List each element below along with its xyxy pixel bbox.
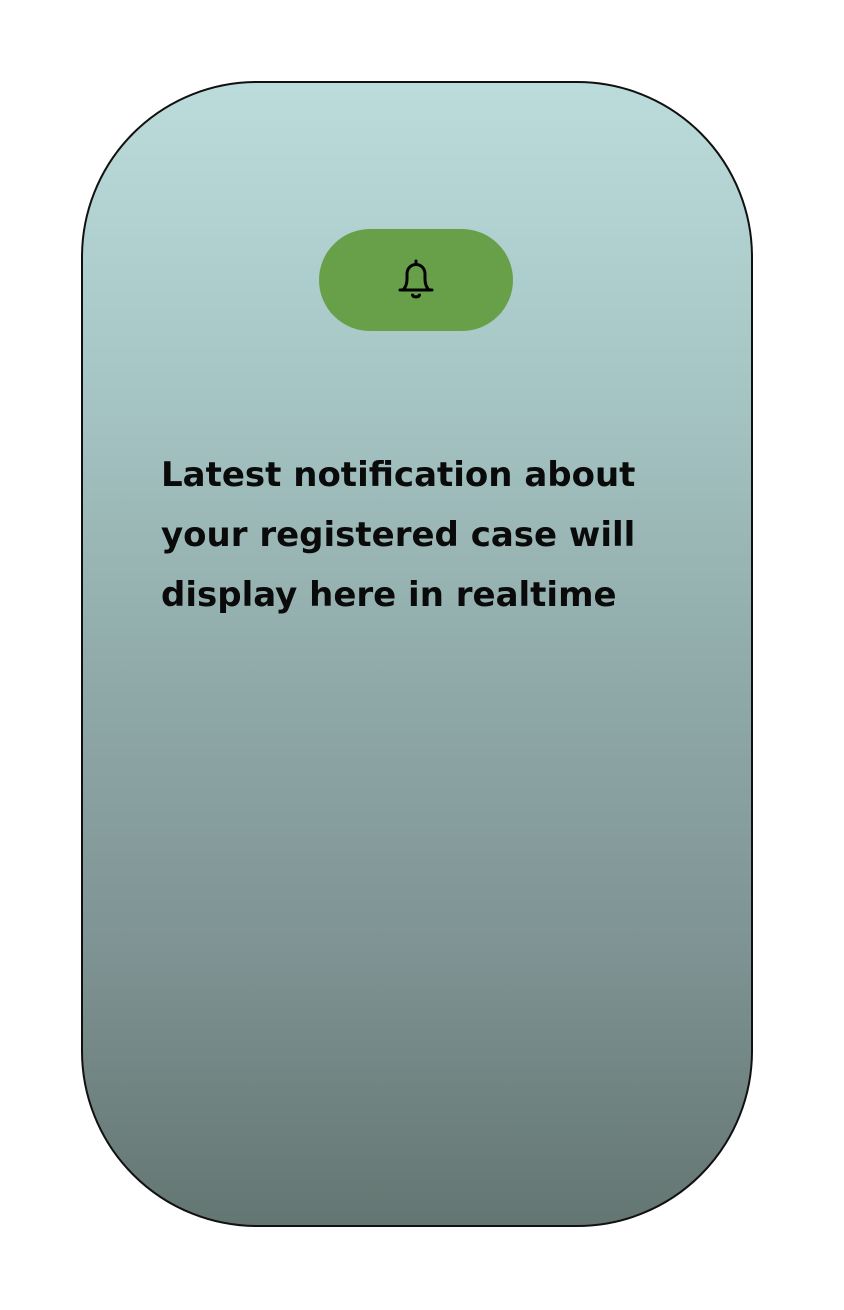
bell-icon: [398, 259, 434, 299]
notification-message: Latest notification about your registere…: [161, 455, 636, 615]
notification-card: Latest notification about your registere…: [81, 81, 753, 1227]
notification-bell-button[interactable]: [319, 229, 513, 331]
